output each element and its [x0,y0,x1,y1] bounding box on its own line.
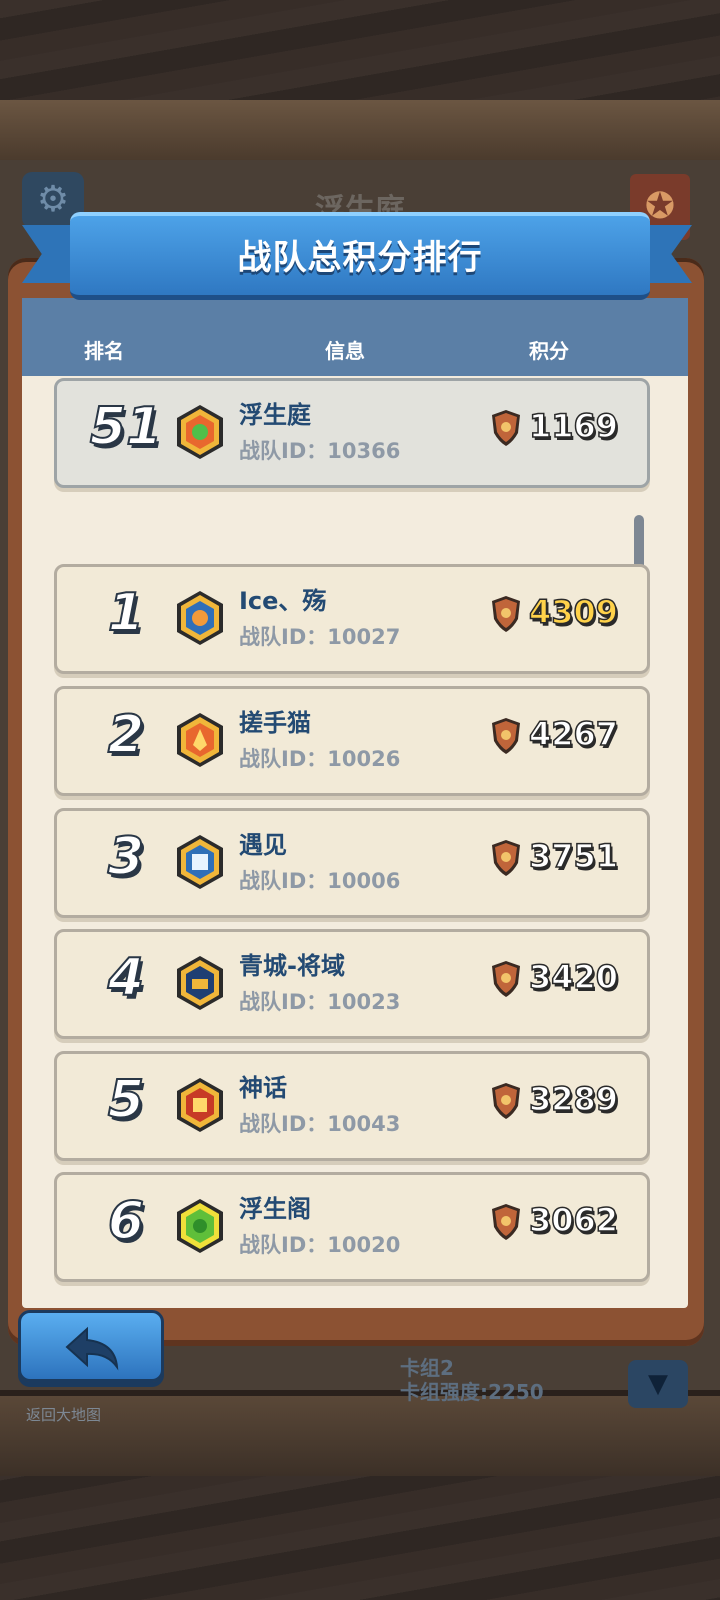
ranking-row[interactable]: 5 神话 战队ID：10043 3289 [54,1051,650,1161]
team-name: 神话 [239,1074,287,1102]
ranking-row[interactable]: 6 浮生阁 战队ID：10020 3062 [54,1172,650,1282]
shield-icon [491,1203,521,1241]
team-id: 战队ID：10020 [239,1233,401,1257]
background-deck-power: 卡组强度:2250 [400,1380,544,1404]
ranking-row[interactable]: 2 搓手猫 战队ID：10026 4267 [54,686,650,796]
background-deck-name: 卡组2 [400,1356,454,1380]
back-arrow-icon [65,1326,119,1371]
column-header-info: 信息 [325,339,365,363]
background-deck-info: 卡组2 卡组强度:2250 [400,1356,544,1404]
chevron-down-icon: ▼ [628,1360,688,1408]
ranking-row[interactable]: 1 Ice、殇 战队ID：10027 4309 [54,564,650,674]
rank-number: 5 [107,1069,145,1131]
bottom-rail [0,1390,720,1476]
rank-number: 4 [107,947,145,1009]
dialog-title: 战队总积分排行 [237,238,483,278]
team-name: 遇见 [239,831,287,859]
ranking-row[interactable]: 4 青城-将域 战队ID：10023 3420 [54,929,650,1039]
team-score: 1169 [528,406,619,446]
scrollbar[interactable] [634,515,644,571]
team-name: 浮生庭 [239,401,311,429]
team-score: 3420 [528,957,619,997]
shield-icon [491,717,521,755]
team-name: Ice、殇 [239,587,327,615]
ranking-row[interactable]: 3 遇见 战队ID：10006 3751 [54,808,650,918]
team-emblem-icon [175,1076,225,1134]
team-score: 4267 [528,714,619,754]
team-score: 4309 [528,592,619,632]
team-score: 3289 [528,1079,619,1119]
team-name: 青城-将域 [239,952,345,980]
column-header-rank: 排名 [84,339,124,363]
rank-number: 51 [89,396,163,458]
team-name: 浮生阁 [239,1195,311,1223]
column-header-score: 积分 [529,339,569,363]
rank-number: 2 [107,704,145,766]
shield-icon [491,839,521,877]
team-id: 战队ID：10006 [239,869,401,893]
top-rail [0,100,720,166]
team-id: 战队ID：10023 [239,990,401,1014]
shield-icon [491,409,521,447]
team-emblem-icon [175,711,225,769]
team-id: 战队ID：10027 [239,625,401,649]
team-score: 3062 [528,1200,619,1240]
shield-icon [491,1082,521,1120]
team-id: 战队ID：10043 [239,1112,401,1136]
rank-number: 3 [107,826,145,888]
team-score: 3751 [528,836,619,876]
team-emblem-icon [175,589,225,647]
my-team-row[interactable]: 51 浮生庭 战队ID：10366 1169 [54,378,650,488]
team-id: 战队ID：10026 [239,747,401,771]
shield-icon [491,960,521,998]
rank-number: 6 [107,1190,145,1252]
rank-number: 1 [107,582,145,644]
team-emblem-icon [175,833,225,891]
shield-icon [491,595,521,633]
back-button[interactable] [18,1310,164,1382]
team-id: 战队ID：10366 [239,439,401,463]
team-emblem-icon [175,1197,225,1255]
team-emblem-icon [175,954,225,1012]
team-emblem-icon [175,403,225,461]
team-name: 搓手猫 [239,709,311,737]
background-return-label: 返回大地图 [26,1406,102,1424]
